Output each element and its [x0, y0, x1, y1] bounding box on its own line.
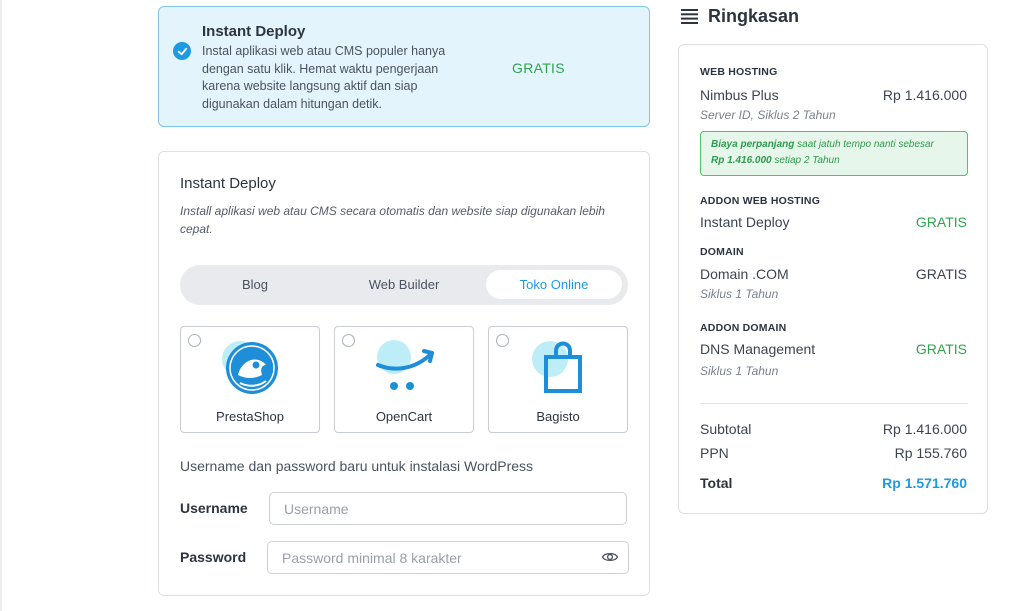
radio-opencart[interactable]: [342, 334, 355, 347]
category-tabs: Blog Web Builder Toko Online: [180, 265, 628, 305]
left-gutter: [0, 0, 2, 611]
subtotal-value: Rp 1.416.000: [882, 421, 967, 437]
domain-detail: Siklus 1 Tahun: [700, 287, 779, 301]
category-addon-domain: ADDON DOMAIN: [700, 322, 787, 334]
renewal-prefix: Biaya perpanjang: [711, 139, 795, 150]
addon-hosting-price: GRATIS: [915, 214, 967, 230]
app-card-opencart[interactable]: OpenCart: [334, 326, 474, 433]
checkmark-icon: [177, 47, 187, 55]
renewal-middle: saat jatuh tempo nanti sebesar: [797, 139, 934, 150]
app-card-prestashop[interactable]: PrestaShop: [180, 326, 320, 433]
bagisto-bag-icon: [532, 341, 582, 393]
list-icon: [681, 9, 698, 24]
prestashop-icon: [222, 341, 278, 394]
app-name: OpenCart: [375, 409, 433, 424]
renewal-notice: Biaya perpanjang saat jatuh tempo nanti …: [700, 131, 968, 176]
addon-card-instant-deploy[interactable]: Instant Deploy Instal aplikasi web atau …: [158, 6, 650, 127]
domain-name: Domain .COM: [700, 266, 789, 282]
app-card-bagisto[interactable]: Bagisto: [488, 326, 628, 433]
domain-price: GRATIS: [915, 266, 967, 282]
radio-prestashop[interactable]: [188, 334, 201, 347]
total-label: Total: [700, 475, 733, 491]
category-web-hosting: WEB HOSTING: [700, 66, 778, 78]
username-input[interactable]: [269, 492, 627, 525]
password-input[interactable]: [267, 541, 629, 574]
tab-blog[interactable]: Blog: [184, 270, 326, 299]
subtotal-label: Subtotal: [700, 421, 752, 437]
addon-hosting-name: Instant Deploy: [700, 214, 790, 230]
total-value: Rp 1.571.760: [882, 475, 967, 491]
addon-title: Instant Deploy: [202, 23, 306, 40]
instant-deploy-panel: Instant Deploy Install aplikasi web atau…: [158, 151, 650, 596]
category-domain: DOMAIN: [700, 246, 744, 258]
password-label: Password: [180, 549, 247, 565]
tax-label: PPN: [700, 445, 729, 461]
order-summary: WEB HOSTING Nimbus Plus Rp 1.416.000 Ser…: [678, 44, 988, 514]
panel-title: Instant Deploy: [180, 175, 276, 192]
category-addon-web-hosting: ADDON WEB HOSTING: [700, 195, 821, 207]
checked-checkbox[interactable]: [173, 42, 191, 60]
tab-toko-online[interactable]: Toko Online: [486, 270, 622, 299]
addon-price: GRATIS: [512, 60, 565, 76]
hosting-price: Rp 1.416.000: [882, 87, 967, 103]
panel-description: Install aplikasi web atau CMS secara oto…: [180, 204, 605, 236]
summary-divider: [700, 403, 968, 404]
opencart-cart-icon: [376, 340, 434, 390]
username-label: Username: [180, 500, 248, 516]
addon-domain-name: DNS Management: [700, 341, 816, 357]
password-field: [267, 541, 629, 574]
eye-icon[interactable]: [601, 548, 619, 566]
addon-domain-detail: Siklus 1 Tahun: [700, 364, 779, 378]
app-name: PrestaShop: [216, 409, 284, 424]
hosting-detail: Server ID, Siklus 2 Tahun: [700, 108, 836, 122]
summary-title: Ringkasan: [708, 6, 800, 26]
tab-web-builder[interactable]: Web Builder: [330, 270, 478, 299]
tax-value: Rp 155.760: [894, 445, 967, 461]
hosting-name: Nimbus Plus: [700, 87, 779, 103]
app-name: Bagisto: [536, 409, 580, 424]
addon-domain-price: GRATIS: [915, 341, 967, 357]
renewal-amount: Rp 1.416.000: [711, 155, 772, 166]
addon-description: Instal aplikasi web atau CMS populer han…: [202, 44, 446, 111]
credentials-note: Username dan password baru untuk instala…: [180, 458, 534, 474]
summary-header: Ringkasan: [681, 6, 799, 27]
renewal-suffix: setiap 2 Tahun: [774, 155, 840, 166]
radio-bagisto[interactable]: [496, 334, 509, 347]
